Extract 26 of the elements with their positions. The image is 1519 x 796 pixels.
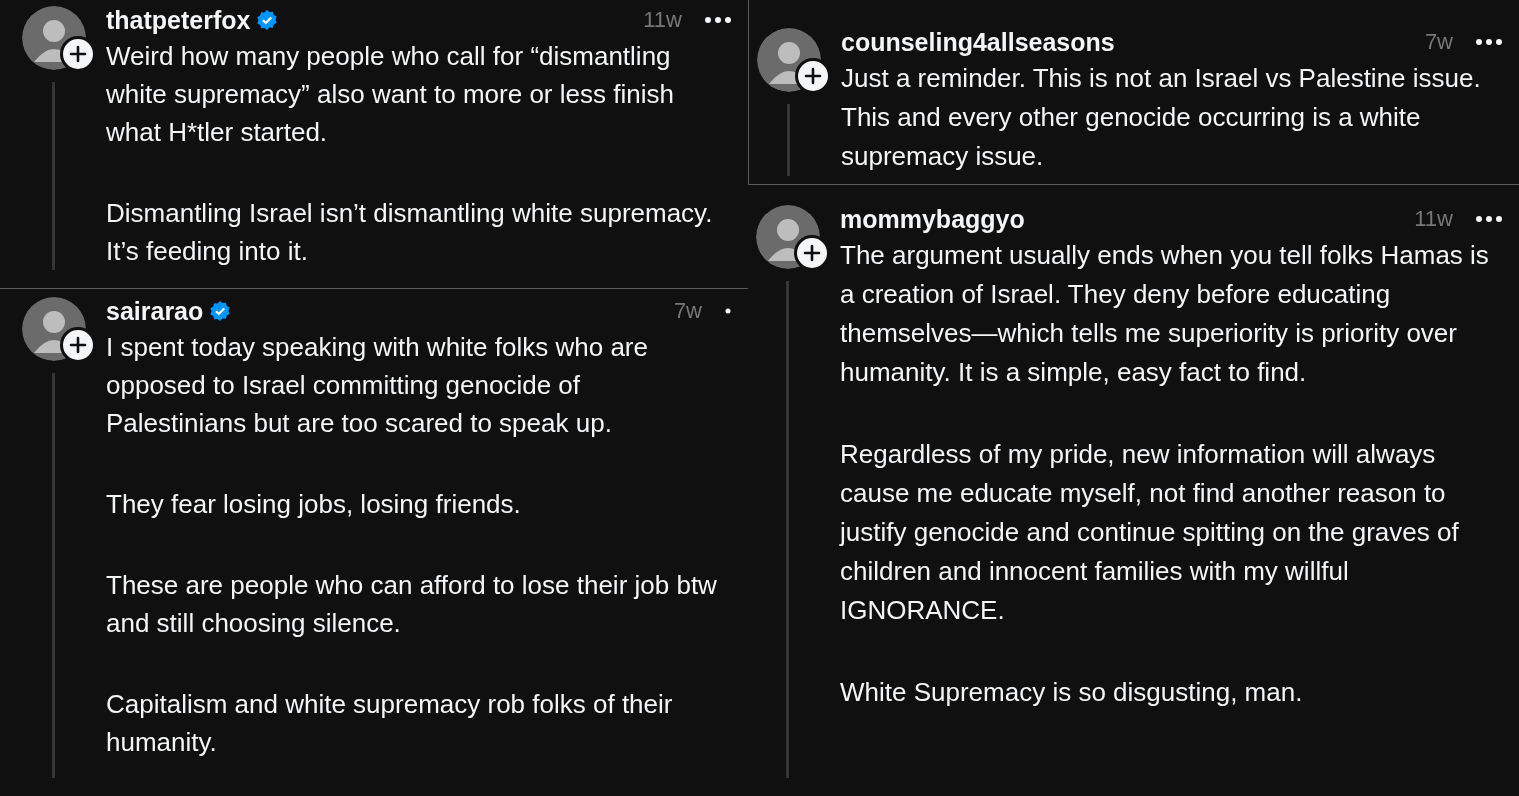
plus-icon [69, 336, 87, 354]
username[interactable]: thatpeterfox [106, 5, 251, 35]
more-icon[interactable] [1475, 215, 1503, 223]
post-time: 11w [1414, 206, 1453, 232]
plus-icon [803, 244, 821, 262]
post-text: I spent today speaking with white folks who are opposed to Israel committing genocide of Palestinians but are too scared to speak up. [106, 331, 649, 440]
username[interactable]: mommybaggyo [840, 204, 1025, 234]
post-text: Capitalism and white supremacy rob folks of their humanity. [106, 688, 674, 759]
more-icon[interactable] [1475, 38, 1503, 46]
dot-icon[interactable] [724, 307, 732, 315]
post-time: 11w [643, 7, 682, 33]
post-text: Weird how many people who call for “dismantling white supremacy” also want to more or less finish what H*tler started. [106, 40, 675, 149]
post-time: 7w [673, 298, 702, 324]
post-text: Just a reminder. This is not an Israel vs Palestine issue. This and every other genocide occurring is a white supremacy issue. [841, 62, 1482, 173]
post-text: They fear losing jobs, losing friends. [106, 488, 522, 521]
post-time: 7w [1424, 29, 1453, 55]
post-text: White Supremacy is so disgusting, man. [840, 676, 1304, 709]
post-text: Dismantling Israel isn’t dismantling white supremacy. It’s feeding into it. [106, 197, 714, 268]
plus-icon [804, 67, 822, 85]
more-icon[interactable] [704, 16, 732, 24]
post-text: These are people who can afford to lose their job btw and still choosing silence. [106, 569, 718, 640]
username[interactable]: sairarao [106, 296, 204, 326]
post-text: The argument usually ends when you tell folks Hamas is a creation of Israel. They deny before educating themselves—which tells me superiority is priority over humanity. It is a simple, easy fact to find. [840, 239, 1490, 389]
plus-icon [69, 45, 87, 63]
username[interactable]: counseling4allseasons [841, 27, 1115, 57]
post-text: Regardless of my pride, new information will always cause me educate myself, not find another reason to justify genocide and continue spitting on the graves of children and innocent families with my willful IGNORANCE. [840, 438, 1460, 627]
